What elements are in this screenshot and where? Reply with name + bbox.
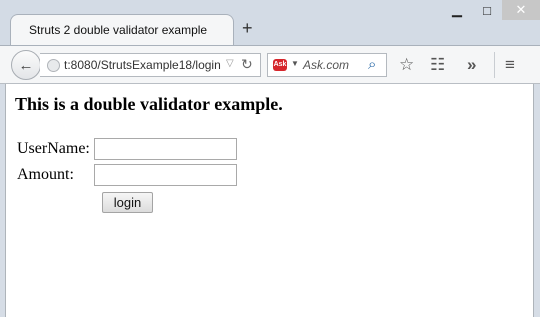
search-engine-dropdown-icon[interactable]: ▼ xyxy=(291,59,299,68)
search-input[interactable]: Ask.com xyxy=(303,58,349,72)
amount-field[interactable] xyxy=(94,164,237,186)
address-bar[interactable]: t:8080/StrutsExample18/login ▽ ↻ xyxy=(40,53,261,77)
tab-title: Struts 2 double validator example xyxy=(29,23,208,37)
search-bar[interactable]: Ask ▼ Ask.com ⌕ xyxy=(267,53,387,77)
hamburger-menu-icon[interactable]: ≡ xyxy=(505,55,515,75)
username-field[interactable] xyxy=(94,138,237,160)
clipboard-icon[interactable]: ☷ xyxy=(430,55,445,75)
window-controls: ▁ □ ✕ xyxy=(442,0,540,22)
login-button[interactable]: login xyxy=(102,192,153,213)
close-icon[interactable]: ✕ xyxy=(502,0,540,20)
browser-tab[interactable]: Struts 2 double validator example xyxy=(10,14,234,46)
star-icon[interactable]: ☆ xyxy=(399,55,414,75)
ask-logo-icon[interactable]: Ask xyxy=(273,59,287,71)
window-titlebar: ▁ □ ✕ Struts 2 double validator example … xyxy=(0,0,540,46)
url-dropdown-icon[interactable]: ▽ xyxy=(226,58,234,69)
page-heading: This is a double validator example. xyxy=(15,94,283,114)
minimize-icon[interactable]: ▁ xyxy=(442,0,472,20)
url-text[interactable]: t:8080/StrutsExample18/login xyxy=(64,58,221,72)
search-icon[interactable]: ⌕ xyxy=(368,56,376,73)
page-content: This is a double validator example. User… xyxy=(5,84,534,317)
back-arrow-icon[interactable]: ← xyxy=(11,50,41,80)
reload-icon[interactable]: ↻ xyxy=(241,56,253,73)
maximize-icon[interactable]: □ xyxy=(472,0,502,20)
chevron-double-right-icon[interactable]: » xyxy=(467,55,476,75)
new-tab-button[interactable]: + xyxy=(242,19,253,37)
amount-label: Amount: xyxy=(17,166,74,183)
toolbar-divider xyxy=(494,52,495,78)
globe-icon xyxy=(47,59,60,72)
username-label: UserName: xyxy=(17,140,90,157)
navigation-toolbar: ← t:8080/StrutsExample18/login ▽ ↻ Ask ▼… xyxy=(0,45,540,84)
